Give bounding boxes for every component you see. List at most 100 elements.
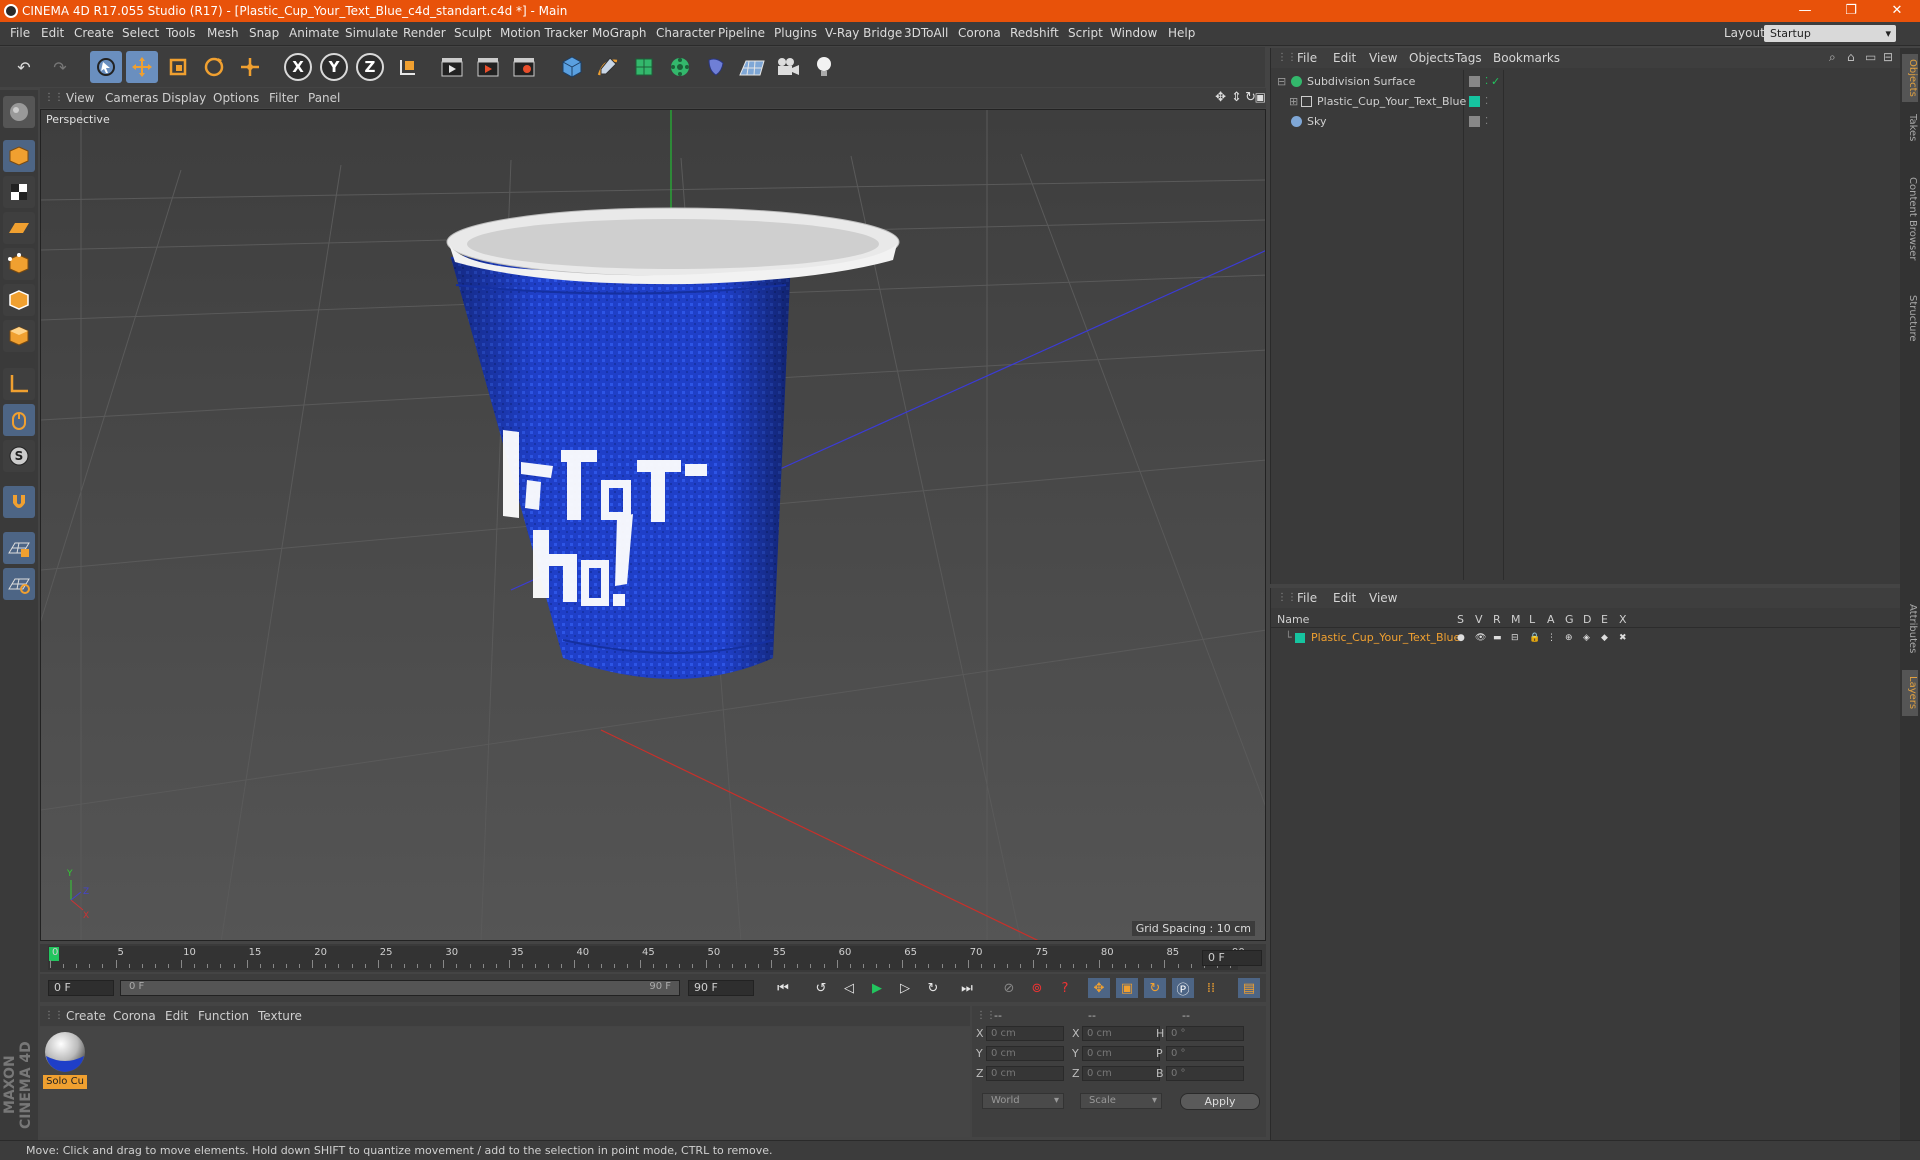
- render-view-icon[interactable]: [436, 51, 468, 83]
- material-swatch[interactable]: Solo Cu: [43, 1030, 87, 1090]
- polygons-mode-icon[interactable]: [3, 320, 35, 352]
- points-mode-icon[interactable]: [3, 248, 35, 280]
- menu-simulate[interactable]: Simulate: [345, 26, 398, 40]
- frame-range-slider[interactable]: 0 F 90 F: [120, 980, 680, 996]
- object-name[interactable]: Subdivision Surface: [1307, 72, 1415, 91]
- home-icon[interactable]: ⌂: [1847, 50, 1855, 64]
- rotate-tool-icon[interactable]: [198, 51, 230, 83]
- menu-script[interactable]: Script: [1068, 26, 1103, 40]
- locked-workplane-icon[interactable]: [3, 532, 35, 564]
- menu-file[interactable]: File: [10, 26, 30, 40]
- layer-flag-s-icon[interactable]: ●: [1457, 629, 1465, 647]
- key-scale-icon[interactable]: ▣: [1116, 978, 1138, 998]
- timeline-ruler[interactable]: 051015202530354045505560657075808590 0 F: [40, 944, 1266, 972]
- coordinate-value-field[interactable]: 0 °: [1166, 1066, 1244, 1081]
- keyframe-selection-icon[interactable]: ?: [1054, 978, 1076, 998]
- viewport-menu-cameras[interactable]: Cameras: [105, 91, 158, 105]
- tab-attributes[interactable]: Attributes: [1902, 594, 1918, 664]
- restore-button[interactable]: ❐: [1828, 0, 1874, 22]
- camera-icon[interactable]: [772, 51, 804, 83]
- menu-mesh[interactable]: Mesh: [207, 26, 239, 40]
- menu-pipeline[interactable]: Pipeline: [718, 26, 765, 40]
- menu-edit[interactable]: Edit: [41, 26, 64, 40]
- objects-menu-tags[interactable]: Tags: [1455, 51, 1482, 65]
- menu-snap[interactable]: Snap: [249, 26, 279, 40]
- object-row-sky[interactable]: Sky ⁚: [1271, 112, 1901, 131]
- layer-flag-v-icon[interactable]: 👁: [1475, 629, 1486, 647]
- coordinate-value-field[interactable]: 0 cm: [1082, 1066, 1160, 1081]
- material-menu-texture[interactable]: Texture: [258, 1009, 302, 1023]
- light-icon[interactable]: [808, 51, 840, 83]
- coordinate-value-field[interactable]: 0 cm: [986, 1066, 1064, 1081]
- layers-menu-view[interactable]: View: [1369, 591, 1397, 605]
- go-to-end-icon[interactable]: ⏭: [956, 978, 978, 998]
- layer-color-icon[interactable]: [1469, 96, 1480, 107]
- layer-name[interactable]: Plastic_Cup_Your_Text_Blue: [1311, 629, 1460, 647]
- edges-mode-icon[interactable]: [3, 284, 35, 316]
- layer-column-x[interactable]: X: [1619, 613, 1627, 626]
- layer-column-e[interactable]: E: [1601, 613, 1608, 626]
- material-menu-edit[interactable]: Edit: [165, 1009, 188, 1023]
- tab-objects[interactable]: Objects: [1902, 54, 1918, 102]
- layer-toggle-icon[interactable]: [1469, 116, 1480, 127]
- material-menu-function[interactable]: Function: [198, 1009, 249, 1023]
- objects-menu-file[interactable]: File: [1297, 51, 1317, 65]
- maximize-panel-icon[interactable]: ⊟: [1883, 50, 1893, 64]
- viewport-menu-panel[interactable]: Panel: [308, 91, 340, 105]
- tab-layers[interactable]: Layers: [1902, 670, 1918, 716]
- objects-menu-objects[interactable]: Objects: [1409, 51, 1454, 65]
- coordinate-system-select[interactable]: World ▾: [982, 1093, 1064, 1109]
- recent-tool-icon[interactable]: [234, 51, 266, 83]
- tab-structure[interactable]: Structure: [1902, 290, 1918, 346]
- play-icon[interactable]: ▶: [866, 978, 888, 998]
- layer-flag-a-icon[interactable]: ⋮: [1547, 629, 1556, 647]
- texture-mode-icon[interactable]: [3, 176, 35, 208]
- layer-column-a[interactable]: A: [1547, 613, 1555, 626]
- menu-create[interactable]: Create: [74, 26, 114, 40]
- new-view-icon[interactable]: ▭: [1865, 50, 1876, 64]
- zoom-icon[interactable]: ⇕: [1231, 90, 1242, 105]
- menu-mograph[interactable]: MoGraph: [592, 26, 647, 40]
- layer-column-m[interactable]: M: [1511, 613, 1521, 626]
- scale-tool-icon[interactable]: [162, 51, 194, 83]
- visibility-dots-icon[interactable]: ⁚: [1485, 112, 1488, 131]
- planar-workplane-icon[interactable]: [3, 568, 35, 600]
- key-pla-icon[interactable]: ⁞⁞: [1200, 978, 1222, 998]
- coordinate-value-field[interactable]: 0 cm: [986, 1046, 1064, 1061]
- coordinate-value-field[interactable]: 0 cm: [986, 1026, 1064, 1041]
- coordinate-value-field[interactable]: 0 °: [1166, 1046, 1244, 1061]
- y-axis-lock-icon[interactable]: Y: [320, 53, 348, 81]
- layers-menu-edit[interactable]: Edit: [1333, 591, 1356, 605]
- redo-icon[interactable]: ↷: [44, 51, 76, 83]
- undo-icon[interactable]: ↶: [8, 51, 40, 83]
- menu-vray-bridge[interactable]: V-Ray Bridge: [825, 26, 902, 40]
- menu-tools[interactable]: Tools: [166, 26, 196, 40]
- tab-content-browser[interactable]: Content Browser: [1902, 154, 1918, 284]
- deformer-icon[interactable]: [700, 51, 732, 83]
- menu-redshift[interactable]: Redshift: [1010, 26, 1059, 40]
- go-to-start-icon[interactable]: ⏮: [772, 978, 794, 998]
- current-frame-field[interactable]: 0 F: [1202, 950, 1262, 966]
- live-selection-icon[interactable]: [90, 51, 122, 83]
- coordinate-value-field[interactable]: 0 cm: [1082, 1046, 1160, 1061]
- menu-select[interactable]: Select: [122, 26, 159, 40]
- coordinate-system-icon[interactable]: [392, 51, 424, 83]
- layer-flag-l-icon[interactable]: 🔒: [1529, 629, 1540, 647]
- layer-column-l[interactable]: L: [1529, 613, 1535, 626]
- render-to-picture-viewer-icon[interactable]: [472, 51, 504, 83]
- visibility-dots-icon[interactable]: ⁚: [1485, 92, 1488, 111]
- x-axis-lock-icon[interactable]: X: [284, 53, 312, 81]
- menu-animate[interactable]: Animate: [289, 26, 339, 40]
- timeline-window-icon[interactable]: ▤: [1238, 978, 1260, 998]
- menu-3dtoall[interactable]: 3DToAll: [904, 26, 948, 40]
- start-frame-field[interactable]: 0 F: [48, 980, 114, 996]
- previous-key-icon[interactable]: ↺: [810, 978, 832, 998]
- object-name[interactable]: Sky: [1307, 112, 1326, 131]
- tweak-mode-icon[interactable]: [3, 404, 35, 436]
- layer-flag-r-icon[interactable]: ▬: [1493, 629, 1502, 647]
- maximize-view-icon[interactable]: ▣: [1255, 90, 1266, 104]
- minimize-button[interactable]: —: [1782, 0, 1828, 22]
- floor-icon[interactable]: [736, 51, 768, 83]
- layer-flag-e-icon[interactable]: ◆: [1601, 629, 1608, 647]
- axis-mode-icon[interactable]: [3, 368, 35, 400]
